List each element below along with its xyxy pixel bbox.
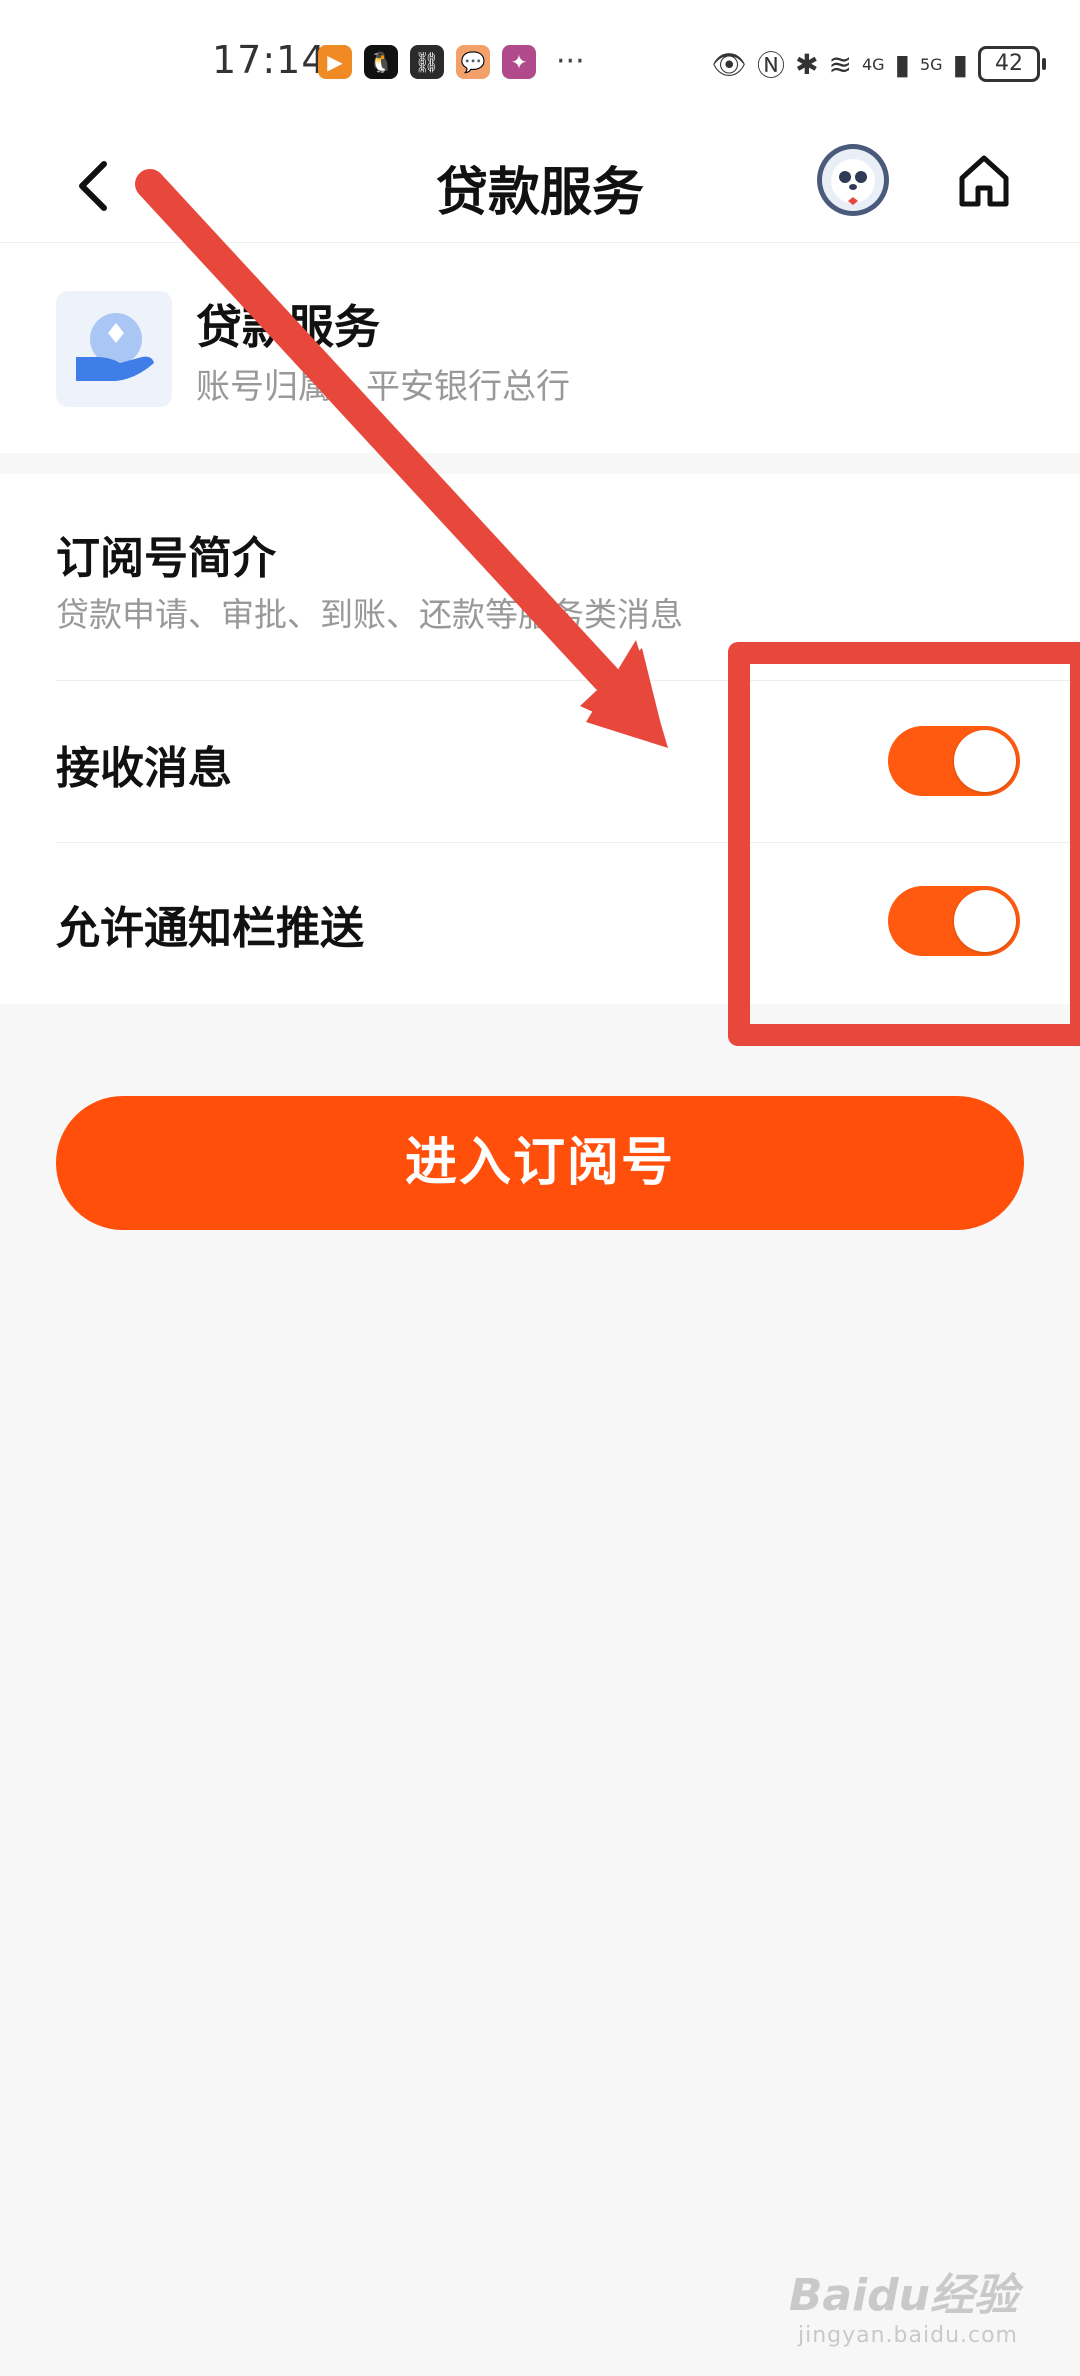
intro-description: 贷款申请、审批、到账、还款等服务类消息 [56, 595, 683, 634]
status-system-icons: 👁 Ⓝ ✱ ≋ 4G ▮ 5G ▮ 42 [711, 44, 1046, 84]
mascot-avatar[interactable] [817, 144, 889, 216]
eye-icon: 👁 [711, 47, 748, 81]
home-icon [959, 155, 1009, 207]
wifi-icon: ≋ [828, 47, 852, 81]
page-title: 贷款服务 [435, 163, 644, 223]
link-app-icon: ⛓ [410, 44, 444, 79]
signal-icon: ▮ [952, 47, 968, 81]
nav-bar: 贷款服务 [0, 130, 1080, 242]
bluetooth-icon: ✱ [795, 47, 819, 81]
network-5g-label: 5G [920, 54, 943, 74]
setting-label-notification-push: 允许通知栏推送 [56, 903, 364, 954]
video-app-icon: ▶ [318, 44, 352, 79]
signal-icon: ▮ [894, 47, 910, 81]
watermark-brand: Baidu经验 [788, 2270, 1018, 2321]
status-notification-icons: ▶ 🐧 ⛓ 💬 ✦ ··· [318, 44, 585, 79]
more-notifications-icon: ··· [556, 44, 585, 79]
account-logo [56, 291, 172, 407]
loan-hand-icon [76, 313, 154, 381]
photo-app-icon: ✦ [502, 44, 536, 79]
nfc-icon: Ⓝ [757, 49, 786, 82]
intro-title: 订阅号简介 [56, 533, 276, 584]
baidu-watermark: Baidu经验 jingyan.baidu.com [789, 2259, 1018, 2348]
mascot-icon [822, 149, 884, 211]
home-button[interactable] [948, 144, 1020, 216]
annotation-highlight-box [728, 642, 1080, 1046]
account-owner: 账号归属：平安银行总行 [196, 367, 570, 407]
status-time: 17:14 [212, 38, 327, 82]
battery-icon: 42 [978, 46, 1046, 82]
enter-subscription-button[interactable]: 进入订阅号 [56, 1096, 1024, 1230]
account-name: 贷款服务 [196, 300, 380, 354]
account-card: 贷款服务 账号归属：平安银行总行 [0, 242, 1080, 453]
qq-icon: 🐧 [364, 44, 398, 79]
setting-label-receive-messages: 接收消息 [56, 743, 232, 794]
status-bar: 17:14 ▶ 🐧 ⛓ 💬 ✦ ··· 👁 Ⓝ ✱ ≋ 4G ▮ 5G ▮ 42 [0, 0, 1080, 130]
watermark-url: jingyan.baidu.com [797, 2323, 1018, 2348]
message-app-icon: 💬 [456, 44, 490, 79]
network-4g-label: 4G [862, 54, 885, 74]
